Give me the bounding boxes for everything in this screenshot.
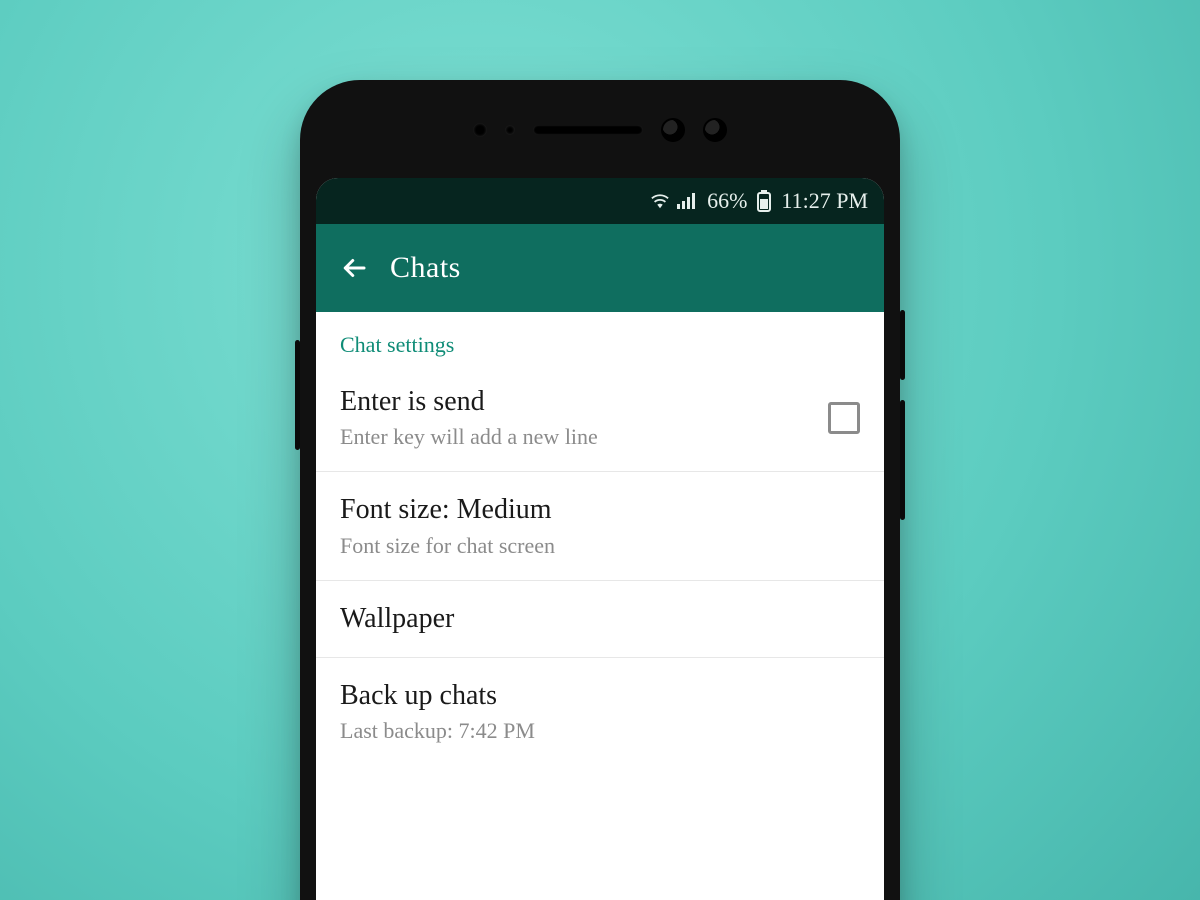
signal-icon [677,192,697,210]
arrow-left-icon [339,253,369,283]
sensor-dot [505,125,515,135]
clock-time: 11:27 PM [781,188,868,214]
battery-icon [757,190,771,212]
wifi-icon [649,192,671,210]
row-title: Back up chats [340,680,860,712]
sensor-dot [473,123,487,137]
status-icons [649,192,697,210]
row-title: Font size: Medium [340,494,860,526]
row-subtitle: Last backup: 7:42 PM [340,718,860,743]
phone-bezel-top [400,100,800,160]
row-wallpaper[interactable]: Wallpaper [316,581,884,658]
battery-percent: 66% [707,188,747,214]
front-camera [703,118,727,142]
back-button[interactable] [326,240,382,296]
side-button-2 [900,400,905,520]
row-subtitle: Font size for chat screen [340,533,860,558]
section-label: Chat settings [316,312,884,364]
stage: 66% 11:27 PM [0,0,1200,900]
status-bar: 66% 11:27 PM [316,178,884,224]
row-subtitle: Enter key will add a new line [340,424,808,449]
row-title: Wallpaper [340,603,860,635]
app-bar: Chats [316,224,884,312]
phone-screen: 66% 11:27 PM [316,178,884,900]
settings-content: Chat settings Enter is send Enter key wi… [316,312,884,766]
row-font-size[interactable]: Font size: Medium Font size for chat scr… [316,472,884,580]
row-title: Enter is send [340,386,808,418]
row-backup-chats[interactable]: Back up chats Last backup: 7:42 PM [316,658,884,765]
phone-frame: 66% 11:27 PM [300,80,900,900]
row-enter-is-send[interactable]: Enter is send Enter key will add a new l… [316,364,884,472]
page-title: Chats [390,251,461,285]
enter-is-send-checkbox[interactable] [828,402,860,434]
front-camera [661,118,685,142]
earpiece-speaker [533,125,643,135]
volume-button [295,340,300,450]
side-button-1 [900,310,905,380]
